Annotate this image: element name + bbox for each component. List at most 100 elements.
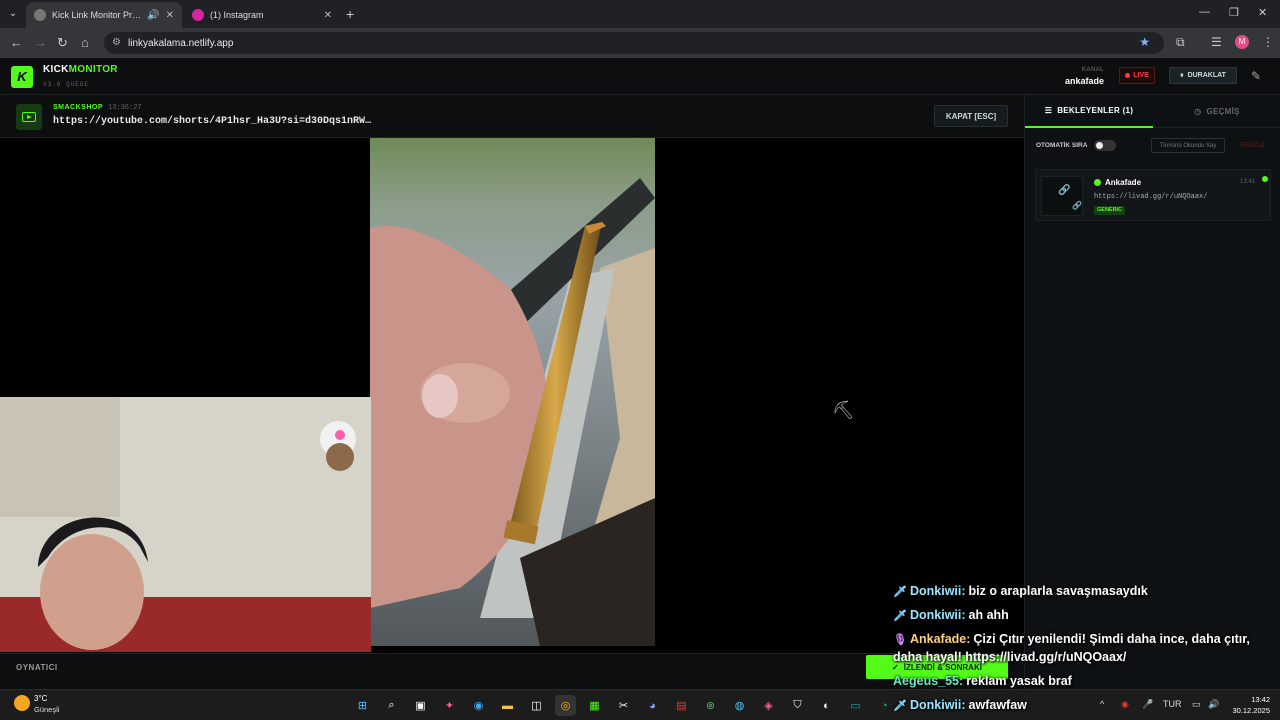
app-version: V3.0 QUEUE: [43, 81, 90, 88]
task-view-icon[interactable]: ▣: [410, 695, 431, 716]
reload-icon[interactable]: ↻: [57, 35, 68, 51]
search-icon[interactable]: ⌕: [381, 695, 402, 716]
menu-icon[interactable]: ⋮: [1262, 35, 1274, 49]
tab-search-icon[interactable]: ⌄: [4, 5, 22, 23]
tab-kick-monitor[interactable]: Kick Link Monitor Pro | Stre 🔊 ✕: [26, 2, 182, 28]
live-dot-icon: [1125, 73, 1131, 78]
close-window-icon[interactable]: ✕: [1258, 6, 1267, 19]
volume-icon[interactable]: 🔊: [1208, 699, 1219, 710]
back-icon[interactable]: ←: [10, 35, 23, 50]
file-explorer-icon[interactable]: ▬: [497, 695, 518, 716]
queue-item-user: Ankafade: [1094, 178, 1141, 187]
store-icon[interactable]: ◫: [526, 695, 547, 716]
close-tab-icon[interactable]: ✕: [166, 10, 174, 21]
forward-icon[interactable]: →: [34, 35, 47, 50]
close-tab-icon[interactable]: ✕: [324, 10, 332, 21]
clock[interactable]: 13:42 30.12.2025: [1230, 694, 1270, 716]
chat-user: Donkiwii:: [909, 584, 966, 598]
logo-text-monitor: MONITOR: [68, 64, 118, 75]
mark-all-read-button[interactable]: Tümünü Okundu Say: [1151, 138, 1225, 153]
weather-sun-icon[interactable]: [14, 695, 30, 711]
browser-tab-bar: ⌄ Kick Link Monitor Pro | Stre 🔊 ✕ (1) I…: [0, 0, 1280, 28]
chat-text: daha hayal! https://livad.gg/r/uNQOaax/: [893, 650, 1127, 664]
list-icon: ☰: [1044, 106, 1053, 115]
globe-icon: [34, 9, 46, 21]
chat-user: Donkiwii:: [909, 608, 966, 622]
auto-queue-label: OTOMATİK SIRA: [1036, 142, 1088, 149]
capcut-icon[interactable]: ✂: [613, 695, 634, 716]
app-title: KICKMONITOR: [43, 64, 118, 75]
tray-expand-icon[interactable]: ^: [1100, 699, 1104, 709]
input-language[interactable]: TUR: [1163, 699, 1182, 709]
edit-icon[interactable]: ✎: [1251, 69, 1261, 83]
video-source-icon: [16, 104, 42, 130]
queue-item[interactable]: 🔗 🔗 Ankafade https://livad.gg/r/uNQOaax/ …: [1035, 169, 1271, 221]
minecraft-icon[interactable]: ▦: [584, 695, 605, 716]
tab-history-label: GEÇMİŞ: [1206, 106, 1240, 116]
chat-text: biz o araplarla savaşmasaydık: [968, 584, 1148, 598]
chrome-icon[interactable]: ◎: [555, 695, 576, 716]
auto-queue-toggle[interactable]: [1094, 140, 1116, 151]
video-frame[interactable]: [370, 138, 655, 646]
site-info-icon[interactable]: ⚙: [112, 37, 121, 48]
shield-icon[interactable]: ⛉: [787, 695, 808, 716]
mic-tray-icon[interactable]: 🎤: [1142, 699, 1153, 710]
link-source: SMACKSHOP: [53, 104, 104, 111]
discord-icon[interactable]: ◕: [642, 695, 663, 716]
photos-icon[interactable]: ◈: [758, 695, 779, 716]
home-icon[interactable]: ⌂: [81, 35, 89, 50]
minimize-icon[interactable]: —: [1199, 6, 1210, 18]
bookmark-star-icon[interactable]: ★: [1139, 35, 1150, 49]
taskbar-apps: ⊞ ⌕ ▣ ✦ ◉ ▬ ◫ ◎ ▦ ✂ ◕ ▤ ⊗ ◍ ◈ ⛉ ◐ ▭ ◔: [352, 695, 895, 716]
queue-item-username: Ankafade: [1105, 178, 1142, 187]
speaker-icon[interactable]: 🔊: [147, 10, 159, 21]
edge-icon[interactable]: ◉: [468, 695, 489, 716]
current-link-bar: SMACKSHOP 13:36:27 https://youtube.com/s…: [0, 95, 1024, 138]
chat-message-continued: daha hayal! https://livad.gg/r/uNQOaax/: [893, 650, 1126, 664]
kick-logo: K: [11, 66, 33, 88]
tray-app-icon[interactable]: ◉: [1121, 699, 1129, 710]
tab-waiting[interactable]: ☰ BEKLEYENLER (1): [1025, 95, 1153, 128]
reading-list-icon[interactable]: ☰: [1211, 35, 1222, 49]
logo-text-kick: KICK: [43, 64, 69, 75]
queue-panel: ☰ BEKLEYENLER (1) ◷ GEÇMİŞ OTOMATİK SIRA T…: [1024, 95, 1280, 689]
chat-message: 🗡 Donkiwii: awfawfaw: [893, 698, 1027, 712]
mic-icon: 🎙: [893, 634, 907, 646]
pause-icon: ⏸: [1180, 71, 1184, 79]
copilot-icon[interactable]: ✦: [439, 695, 460, 716]
clock-time: 13:42: [1251, 695, 1270, 704]
webcam-overlay: [0, 397, 371, 652]
spotify-icon[interactable]: ◔: [874, 695, 895, 716]
obs-icon[interactable]: ◐: [816, 695, 837, 716]
extensions-icon[interactable]: ⧉: [1176, 35, 1185, 50]
chat-user: Ankafade:: [909, 632, 971, 646]
link-url[interactable]: https://youtube.com/shorts/4P1hsr_Ha3U?s…: [53, 116, 371, 127]
close-button[interactable]: KAPAT [ESC]: [934, 105, 1008, 127]
new-tab-button[interactable]: +: [346, 6, 354, 22]
clear-button[interactable]: TEMİZLE: [1235, 138, 1269, 153]
url-input[interactable]: ⚙ linkyakalama.netlify.app ★: [104, 32, 1164, 54]
vmeter-icon[interactable]: ▤: [671, 695, 692, 716]
chat-message: 🗡 Donkiwii: ah ahh: [893, 608, 1009, 622]
network-icon[interactable]: ▭: [1192, 699, 1201, 710]
tab-title: Kick Link Monitor Pro | Stre: [52, 10, 141, 20]
chat-text: reklam yasak braf: [966, 674, 1072, 688]
online-dot-icon: [1094, 179, 1101, 186]
tab-waiting-label: BEKLEYENLER (1): [1057, 106, 1134, 115]
profile-avatar[interactable]: M: [1235, 35, 1249, 49]
browser-icon[interactable]: ◍: [729, 695, 750, 716]
terminal-icon[interactable]: ▭: [845, 695, 866, 716]
link-icon: 🔗 🔗: [1041, 176, 1083, 216]
channel-name: ankafade: [1064, 76, 1104, 86]
live-label: LIVE: [1133, 72, 1149, 79]
queue-item-url[interactable]: https://livad.gg/r/uNQOaax/: [1094, 193, 1207, 201]
pickaxe-cursor-icon: ⛏: [832, 400, 855, 420]
tab-instagram[interactable]: (1) Instagram ✕: [184, 2, 340, 28]
pause-button[interactable]: ⏸ DURAKLAT: [1169, 67, 1237, 84]
windows-start-icon[interactable]: ⊞: [352, 695, 373, 716]
xbox-icon[interactable]: ⊗: [700, 695, 721, 716]
queue-item-tag: GENERIC: [1094, 206, 1126, 215]
chat-message: Aegeus_55: reklam yasak braf: [893, 674, 1072, 688]
tab-history[interactable]: ◷ GEÇMİŞ: [1153, 95, 1280, 128]
maximize-icon[interactable]: ❐: [1229, 6, 1239, 19]
